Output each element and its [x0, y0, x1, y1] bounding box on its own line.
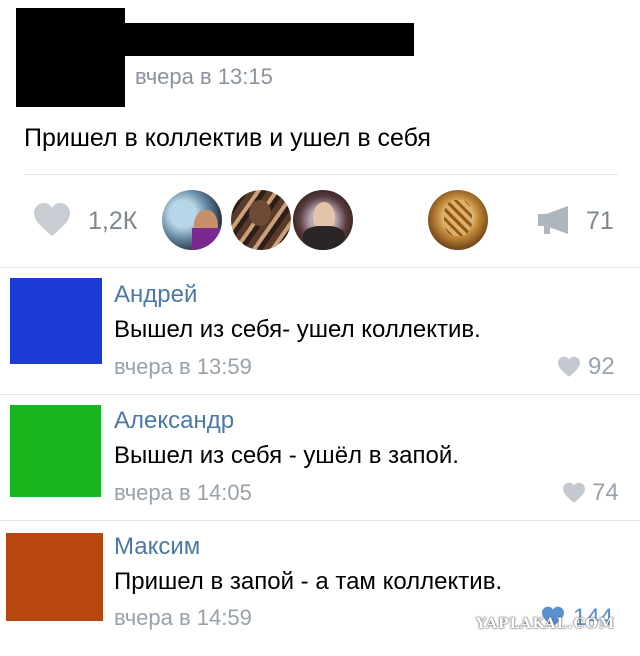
post-likes-count[interactable]: 1,2К — [88, 204, 137, 238]
post-divider — [24, 174, 618, 175]
comment-divider — [0, 520, 640, 521]
comment-like-heart-icon[interactable] — [561, 482, 587, 504]
megaphone-repost-icon[interactable] — [536, 204, 574, 236]
watermark: YAPLAKAL.COM — [476, 616, 616, 632]
comment-like-heart-icon[interactable] — [556, 356, 582, 378]
comment-like-count[interactable]: 92 — [588, 352, 615, 382]
redacted-avatar — [16, 8, 125, 107]
liker-avatar[interactable] — [231, 190, 291, 250]
comment-text: Пришел в запой - а там коллектив. — [114, 568, 503, 595]
comment-timestamp[interactable]: вчера в 14:05 — [114, 478, 252, 508]
post-text: Пришел в коллектив и ушел в себя — [24, 124, 431, 152]
comment-author[interactable]: Александр — [114, 406, 234, 436]
comment-avatar[interactable] — [10, 278, 102, 364]
liker-avatar[interactable] — [293, 190, 353, 250]
comment-text: Вышел из себя- ушел коллектив. — [114, 316, 481, 343]
comment-avatar[interactable] — [6, 533, 103, 621]
post-timestamp[interactable]: вчера в 13:15 — [135, 62, 273, 92]
comments-divider — [0, 267, 640, 268]
comment-like-count[interactable]: 74 — [592, 478, 619, 508]
comment-avatar[interactable] — [10, 405, 101, 497]
comment-text: Вышел из себя - ушёл в запой. — [114, 442, 459, 469]
liker-avatar[interactable] — [162, 190, 222, 250]
redacted-author-name — [125, 23, 414, 56]
like-heart-icon[interactable] — [32, 202, 72, 238]
comment-timestamp[interactable]: вчера в 14:59 — [114, 603, 252, 633]
comment-author[interactable]: Максим — [114, 532, 200, 562]
liker-avatar[interactable] — [428, 190, 488, 250]
post-shares-count[interactable]: 71 — [586, 204, 614, 238]
comment-divider — [0, 394, 640, 395]
comment-timestamp[interactable]: вчера в 13:59 — [114, 352, 252, 382]
comment-author[interactable]: Андрей — [114, 280, 197, 310]
